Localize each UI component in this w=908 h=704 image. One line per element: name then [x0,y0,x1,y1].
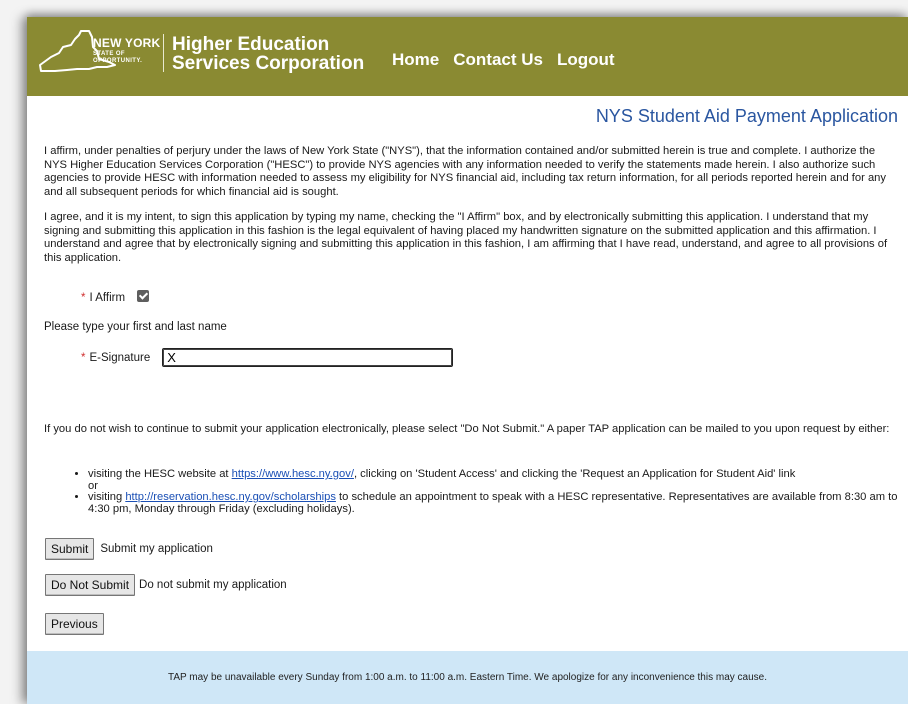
submit-row: Submit Submit my application [45,538,213,560]
logo-line-3: OPPORTUNITY. [93,58,143,64]
esignature-row: * E-Signature [81,348,454,367]
type-name-instruction: Please type your first and last name [44,321,227,333]
do-not-submit-row: Do Not Submit Do not submit my applicati… [45,574,287,596]
previous-button[interactable]: Previous [45,613,104,635]
paper-application-options: visiting the HESC website at https://www… [72,468,908,515]
affirmation-paragraph-1: I affirm, under penalties of perjury und… [44,145,886,198]
logo-line-1: NEW YORK [93,36,161,50]
affirm-checkbox[interactable] [137,290,150,302]
list-item: visiting the HESC website at https://www… [88,468,908,492]
affirm-row: * I Affirm [81,290,150,304]
submit-description: Submit my application [100,543,213,555]
logo-line-2: STATE OF [93,51,125,57]
previous-row: Previous [45,613,104,635]
main-nav: Home Contact Us Logout [392,50,615,70]
site-header: NEW YORK STATE OF OPPORTUNITY. Higher Ed… [27,17,908,96]
logo-divider [163,34,164,72]
window-frame: NEW YORK STATE OF OPPORTUNITY. Higher Ed… [0,0,908,704]
bullet-1-or: or [88,479,98,492]
page: NEW YORK STATE OF OPPORTUNITY. Higher Ed… [27,17,908,704]
do-not-submit-button[interactable]: Do Not Submit [45,574,136,596]
nav-home-link[interactable]: Home [392,50,439,70]
list-item: visiting http://reservation.hesc.ny.gov/… [88,491,908,515]
do-not-submit-description: Do not submit my application [139,579,287,591]
bullet-1-prefix: visiting the HESC website at [88,468,232,480]
bullet-2-prefix: visiting [88,491,126,503]
page-title: NYS Student Aid Payment Application [595,106,898,126]
do-not-submit-intro: If you do not wish to continue to submit… [44,423,890,435]
org-name: Higher Education Services Corporation [172,35,364,73]
footer-notice: TAP may be unavailable every Sunday from… [27,651,908,704]
esignature-label: E-Signature [89,351,151,364]
nav-contact-us-link[interactable]: Contact Us [453,50,543,70]
affirmation-text: I affirm, under penalties of perjury und… [44,145,894,265]
required-marker: * [81,351,86,364]
reservation-link[interactable]: http://reservation.hesc.ny.gov/scholarsh… [125,491,336,503]
affirmation-paragraph-2: I agree, and it is my intent, to sign th… [44,211,888,264]
state-logo-text: NEW YORK STATE OF OPPORTUNITY. [93,37,160,65]
bullet-1-suffix: , clicking on 'Student Access' and click… [353,468,796,480]
nav-logout-link[interactable]: Logout [557,50,615,70]
org-name-line-2: Services Corporation [172,53,365,74]
org-name-line-1: Higher Education [172,34,330,55]
required-marker: * [81,292,86,304]
esignature-input[interactable] [162,348,454,367]
affirm-label: I Affirm [89,292,126,304]
hesc-website-link[interactable]: https://www.hesc.ny.gov/ [232,468,354,480]
submit-button[interactable]: Submit [45,538,95,560]
